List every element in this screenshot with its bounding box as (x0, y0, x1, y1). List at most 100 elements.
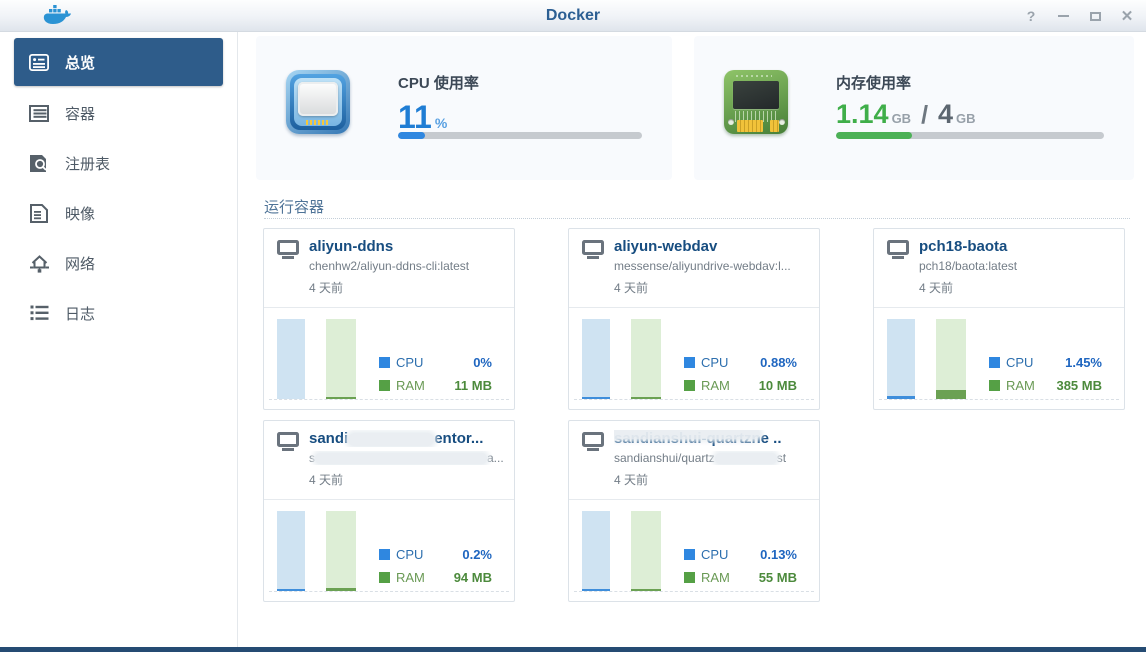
ram-legend-row: RAM 55 MB (684, 570, 797, 585)
container-card-pch18-baota[interactable]: pch18-baota pch18/baota:latest 4 天前 CPU … (873, 228, 1125, 410)
container-image: sandianshui/quartzst (614, 451, 811, 465)
container-age: 4 天前 (309, 279, 343, 296)
cpu-legend-label: CPU (396, 547, 423, 562)
cpu-legend-row: CPU 0% (379, 355, 492, 370)
cpu-legend-label: CPU (1006, 355, 1033, 370)
container-card-redacted-1[interactable]: sandientor... sa... 4 天前 CPU 0.2% RAM 94… (263, 420, 515, 602)
cpu-usage-title: CPU 使用率 (398, 72, 644, 93)
ram-bar-fill (936, 390, 966, 399)
close-button[interactable]: ✕ (1118, 7, 1136, 25)
minimize-button[interactable] (1054, 7, 1072, 25)
sidebar-item-log[interactable]: 日志 (0, 288, 237, 338)
ram-bar-fill (631, 589, 661, 591)
ram-bar-track (631, 319, 661, 399)
ram-bar-track (326, 319, 356, 399)
cpu-swatch-icon (379, 549, 390, 560)
cpu-legend-value: 0.88% (760, 355, 797, 370)
container-card-header: aliyun-webdav messense/aliyundrive-webda… (569, 229, 819, 307)
sidebar-item-containers[interactable]: 容器 (0, 88, 237, 138)
monitor-icon (582, 240, 604, 260)
minimize-icon (1058, 15, 1069, 17)
redaction-blur (348, 433, 434, 446)
cpu-bar-track (582, 511, 610, 591)
container-card-aliyun-ddns[interactable]: aliyun-ddns chenhw2/aliyun-ddns-cli:late… (263, 228, 515, 410)
ram-legend-label: RAM (396, 570, 425, 585)
ram-swatch-icon (379, 572, 390, 583)
cpu-bar-track (887, 319, 915, 399)
sidebar-item-registry[interactable]: 注册表 (0, 138, 237, 188)
memory-icon (724, 70, 788, 134)
cpu-icon (286, 70, 350, 134)
container-age: 4 天前 (614, 471, 648, 488)
cpu-legend-value: 0.13% (760, 547, 797, 562)
ram-bar-track (936, 319, 966, 399)
ram-swatch-icon (684, 380, 695, 391)
ram-legend-label: RAM (1006, 378, 1035, 393)
cpu-usage-unit: % (435, 115, 447, 131)
registry-icon (28, 153, 50, 173)
cpu-swatch-icon (684, 357, 695, 368)
ram-legend-label: RAM (396, 378, 425, 393)
chart-baseline (879, 399, 1119, 400)
ram-legend-row: RAM 11 MB (379, 378, 492, 393)
sidebar-item-network[interactable]: 网络 (0, 238, 237, 288)
ram-bar-fill (326, 397, 356, 399)
cpu-bar-track (277, 511, 305, 591)
monitor-icon (582, 432, 604, 452)
cpu-legend-value: 0% (473, 355, 492, 370)
cpu-progress-fill (398, 132, 425, 139)
cpu-usage-card: CPU 使用率 11 % (256, 36, 672, 180)
container-age: 4 天前 (309, 471, 343, 488)
container-name: sandianshui-quartzne .. (614, 430, 809, 447)
memory-usage-title: 内存使用率 (836, 72, 1106, 93)
container-usage-chart: CPU 1.45% RAM 385 MB (874, 307, 1124, 409)
chart-baseline (269, 591, 509, 592)
cpu-legend-row: CPU 1.45% (989, 355, 1102, 370)
cpu-legend-value: 1.45% (1065, 355, 1102, 370)
cpu-legend-label: CPU (396, 355, 423, 370)
chart-baseline (269, 399, 509, 400)
sidebar-item-label: 总览 (65, 52, 95, 73)
running-containers-heading: 运行容器 (264, 196, 324, 217)
container-name: pch18-baota (919, 238, 1114, 255)
memory-used-unit: GB (892, 111, 912, 126)
memory-total-value: 4 (938, 101, 953, 128)
chart-baseline (574, 591, 814, 592)
window-controls: ? ✕ (1022, 0, 1136, 32)
help-button[interactable]: ? (1022, 7, 1040, 25)
sidebar-item-label: 注册表 (65, 153, 110, 174)
container-card-redacted-2[interactable]: sandianshui-quartzne .. sandianshui/quar… (568, 420, 820, 602)
ram-bar-track (631, 511, 661, 591)
ram-swatch-icon (684, 572, 695, 583)
monitor-icon (277, 240, 299, 260)
image-icon (28, 203, 50, 223)
container-card-header: aliyun-ddns chenhw2/aliyun-ddns-cli:late… (264, 229, 514, 307)
memory-progress-fill (836, 132, 912, 139)
container-usage-chart: CPU 0.13% RAM 55 MB (569, 499, 819, 601)
cpu-bar-fill (582, 397, 610, 399)
redaction-blur (715, 453, 777, 464)
ram-legend-value: 94 MB (454, 570, 492, 585)
monitor-icon (277, 432, 299, 452)
main-content: CPU 使用率 11 % 内存使用率 1.14 GB / 4 GB (239, 32, 1146, 647)
maximize-button[interactable] (1086, 7, 1104, 25)
container-usage-chart: CPU 0.88% RAM 10 MB (569, 307, 819, 409)
cpu-legend-label: CPU (701, 355, 728, 370)
container-age: 4 天前 (614, 279, 648, 296)
log-icon (28, 303, 50, 323)
sidebar-item-label: 容器 (65, 103, 95, 124)
redaction-blur (614, 430, 760, 439)
sidebar-item-image[interactable]: 映像 (0, 188, 237, 238)
ram-legend-label: RAM (701, 570, 730, 585)
ram-swatch-icon (379, 380, 390, 391)
monitor-icon (887, 240, 909, 260)
sidebar: 总览 容器 注册表 (0, 32, 238, 647)
container-image: chenhw2/aliyun-ddns-cli:latest (309, 259, 506, 273)
cpu-swatch-icon (989, 357, 1000, 368)
window-bottom-border (0, 647, 1146, 652)
cpu-legend-row: CPU 0.13% (684, 547, 797, 562)
redaction-blur (315, 453, 487, 464)
container-card-aliyun-webdav[interactable]: aliyun-webdav messense/aliyundrive-webda… (568, 228, 820, 410)
cpu-legend-label: CPU (701, 547, 728, 562)
sidebar-item-overview[interactable]: 总览 (14, 38, 223, 86)
